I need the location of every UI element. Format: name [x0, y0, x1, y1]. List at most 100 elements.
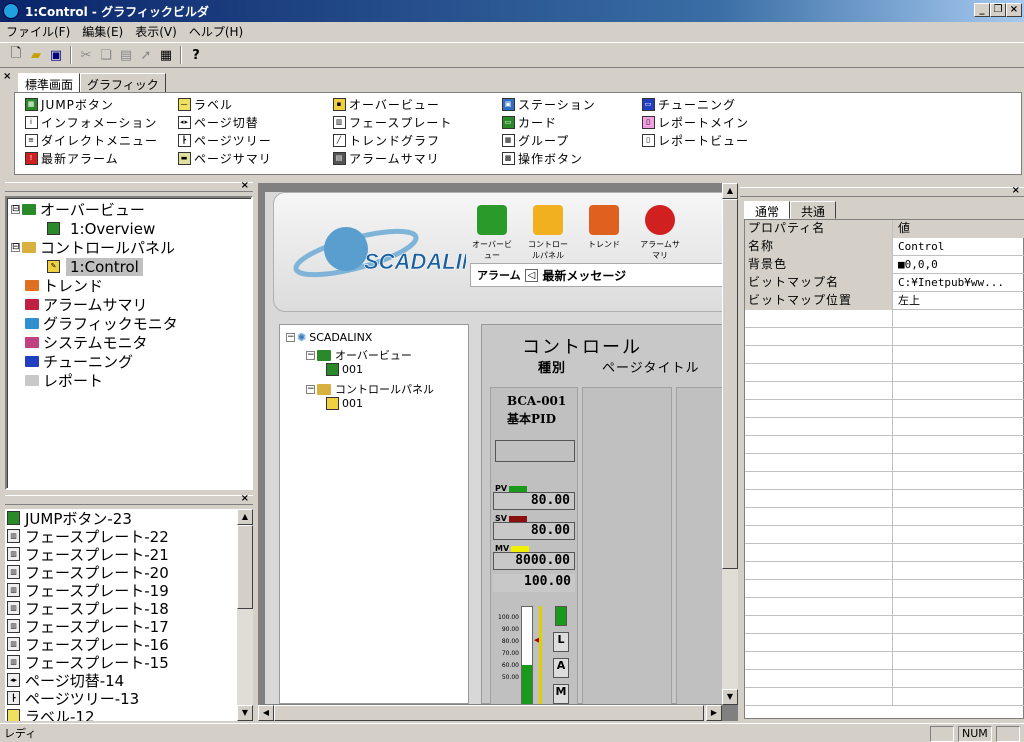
design-canvas[interactable]: SCADALINX オーバービュー コントロールパネル トレンド アラームサマリ…: [265, 192, 723, 704]
mv-value[interactable]: 8000.00: [493, 552, 575, 570]
tab-normal[interactable]: 通常: [744, 201, 791, 219]
scroll-left-icon[interactable]: ◀: [258, 705, 274, 721]
menu-file[interactable]: ファイル(F): [0, 23, 76, 40]
save-icon[interactable]: ▣: [46, 45, 66, 65]
property-value[interactable]: ■0,0,0: [893, 256, 1024, 274]
palette-item-operation-button[interactable]: ▩ 操作ボタン: [502, 149, 596, 167]
menu-help[interactable]: ヘルプ(H): [183, 23, 249, 40]
palette-close-icon[interactable]: ×: [3, 71, 11, 82]
palette-item-station[interactable]: ▣ ステーション: [502, 95, 596, 113]
panel-close-icon[interactable]: ×: [1012, 185, 1020, 196]
list-item[interactable]: ┣ ページツリー-13: [5, 689, 237, 708]
panel-close-icon[interactable]: ×: [241, 180, 249, 191]
tree-item-system-monitor[interactable]: システムモニタ: [25, 333, 148, 352]
property-value[interactable]: C:¥Inetpub¥ww...: [893, 274, 1024, 292]
navtree-root[interactable]: − ✺ SCADALINX: [286, 331, 372, 344]
tree-item-overview[interactable]: ⊟ オーバービュー: [11, 200, 145, 219]
navtree-item-control-001[interactable]: 001: [326, 397, 363, 410]
collapse-icon[interactable]: −: [286, 333, 295, 342]
palette-item-page-summary[interactable]: ▬ ページサマリ: [178, 149, 272, 167]
tree-item-trend[interactable]: トレンド: [25, 276, 103, 295]
property-row-bitmap-position[interactable]: ビットマップ位置 左上: [745, 292, 1024, 310]
palette-item-latest-alarm[interactable]: ! 最新アラーム: [25, 149, 158, 167]
paste-icon[interactable]: ▤: [116, 45, 136, 65]
collapse-icon[interactable]: −: [306, 384, 315, 394]
local-mode-button[interactable]: L: [553, 632, 569, 652]
scroll-down-icon[interactable]: ▼: [722, 689, 738, 705]
palette-item-group[interactable]: ▦ グループ: [502, 131, 596, 149]
menu-view[interactable]: 表示(V): [129, 23, 183, 40]
tab-standard-screen[interactable]: 標準画面: [18, 73, 81, 93]
palette-item-page-switch[interactable]: ◂▸ ページ切替: [178, 113, 272, 131]
scroll-right-icon[interactable]: ▶: [706, 705, 722, 721]
menu-edit[interactable]: 編集(E): [76, 23, 129, 40]
alarm-message-bar[interactable]: アラーム ◁ 最新メッセージ: [470, 263, 723, 287]
tree-item-report[interactable]: レポート: [25, 371, 103, 390]
list-item[interactable]: ▥ フェースプレート-18: [5, 599, 237, 618]
palette-item-jump-button[interactable]: ▦ JUMPボタン: [25, 95, 158, 113]
tree-item-control-page[interactable]: ✎ 1:Control: [47, 257, 143, 276]
faceplate-column[interactable]: BCA-001 基本PID PV 80.00 SV 80.00 MV 8000.…: [490, 387, 578, 704]
list-scrollbar[interactable]: ▲ ▼: [237, 509, 253, 721]
help-icon[interactable]: ?: [186, 45, 206, 65]
restore-button[interactable]: ❐: [990, 3, 1006, 17]
nav-trend-button[interactable]: トレンド: [582, 205, 626, 265]
list-item[interactable]: ▥ フェースプレート-19: [5, 581, 237, 600]
palette-item-report-view[interactable]: ▯ レポートビュー: [642, 131, 749, 149]
list-item[interactable]: ▥ フェースプレート-17: [5, 617, 237, 636]
navtree-item-overview-001[interactable]: 001: [326, 363, 363, 376]
faceplate-area[interactable]: コントロール 種別 ページタイトル BCA-001 基本PID PV 80.00…: [481, 324, 723, 704]
pointer-icon[interactable]: ➚: [136, 45, 156, 65]
palette-item-alarm-summary[interactable]: ▤ アラームサマリ: [333, 149, 452, 167]
auto-mode-button[interactable]: A: [553, 658, 569, 678]
palette-item-label-tool[interactable]: — ラベル: [178, 95, 272, 113]
palette-item-tuning[interactable]: ▭ チューニング: [642, 95, 749, 113]
scroll-up-icon[interactable]: ▲: [237, 509, 253, 525]
tab-common[interactable]: 共通: [790, 201, 837, 219]
faceplate-column-empty[interactable]: [582, 387, 672, 704]
nav-control-panel-button[interactable]: コントロールパネル: [526, 205, 570, 265]
collapse-icon[interactable]: ⊟: [11, 205, 20, 214]
close-button[interactable]: ×: [1006, 3, 1022, 17]
tree-item-tuning[interactable]: チューニング: [25, 352, 133, 371]
list-item[interactable]: ▥ フェースプレート-21: [5, 545, 237, 564]
property-row-background-color[interactable]: 背景色 ■0,0,0: [745, 256, 1024, 274]
palette-item-report-main[interactable]: ▯ レポートメイン: [642, 113, 749, 131]
list-item[interactable]: ラベル-12: [5, 707, 237, 721]
scroll-down-icon[interactable]: ▼: [237, 705, 253, 721]
collapse-icon[interactable]: −: [306, 350, 315, 360]
palette-item-faceplate[interactable]: ▥ フェースプレート: [333, 113, 452, 131]
speaker-icon[interactable]: ◁: [524, 268, 539, 282]
tree-item-graphic-monitor[interactable]: グラフィックモニタ: [25, 314, 178, 333]
open-folder-icon[interactable]: ▰: [26, 45, 46, 65]
new-file-icon[interactable]: 🗋: [6, 45, 26, 65]
tree-item-control-panel[interactable]: ⊟ コントロールパネル: [11, 238, 175, 257]
tree-item-overview-page[interactable]: 1:Overview: [47, 219, 155, 238]
scroll-thumb[interactable]: [237, 525, 253, 609]
canvas-horizontal-scrollbar[interactable]: ◀ ▶: [258, 705, 722, 721]
list-item[interactable]: ◂▸ ページ切替-14: [5, 671, 237, 690]
screen-header[interactable]: SCADALINX オーバービュー コントロールパネル トレンド アラームサマリ…: [273, 192, 723, 312]
property-row-bitmap-name[interactable]: ビットマップ名 C:¥Inetpub¥ww...: [745, 274, 1024, 292]
property-row-name[interactable]: 名称 Control: [745, 238, 1024, 256]
nav-alarm-summary-button[interactable]: アラームサマリ: [638, 205, 682, 265]
palette-item-card[interactable]: ▭ カード: [502, 113, 596, 131]
cut-icon[interactable]: ✂: [76, 45, 96, 65]
palette-item-trend-graph[interactable]: ╱ トレンドグラフ: [333, 131, 452, 149]
canvas-vertical-scrollbar[interactable]: ▲ ▼: [722, 183, 738, 705]
palette-item-page-tree[interactable]: ┣ ページツリー: [178, 131, 272, 149]
nav-overview-button[interactable]: オーバービュー: [470, 205, 514, 265]
palette-item-overview[interactable]: ▪ オーバービュー: [333, 95, 452, 113]
manual-mode-button[interactable]: M: [553, 684, 569, 704]
scroll-up-icon[interactable]: ▲: [722, 183, 738, 199]
tab-graphic[interactable]: グラフィック: [80, 73, 166, 93]
scroll-thumb[interactable]: [274, 705, 704, 721]
scroll-thumb[interactable]: [722, 199, 738, 569]
navtree-item-control-panel[interactable]: − コントロールパネル: [306, 381, 434, 397]
panel-close-icon[interactable]: ×: [241, 493, 249, 504]
copy-icon[interactable]: ❏: [96, 45, 116, 65]
sv-value[interactable]: 80.00: [493, 522, 575, 540]
palette-item-information[interactable]: i インフォメーション: [25, 113, 158, 131]
list-item[interactable]: ▥ フェースプレート-15: [5, 653, 237, 672]
palette-item-direct-menu[interactable]: ≡ ダイレクトメニュー: [25, 131, 158, 149]
